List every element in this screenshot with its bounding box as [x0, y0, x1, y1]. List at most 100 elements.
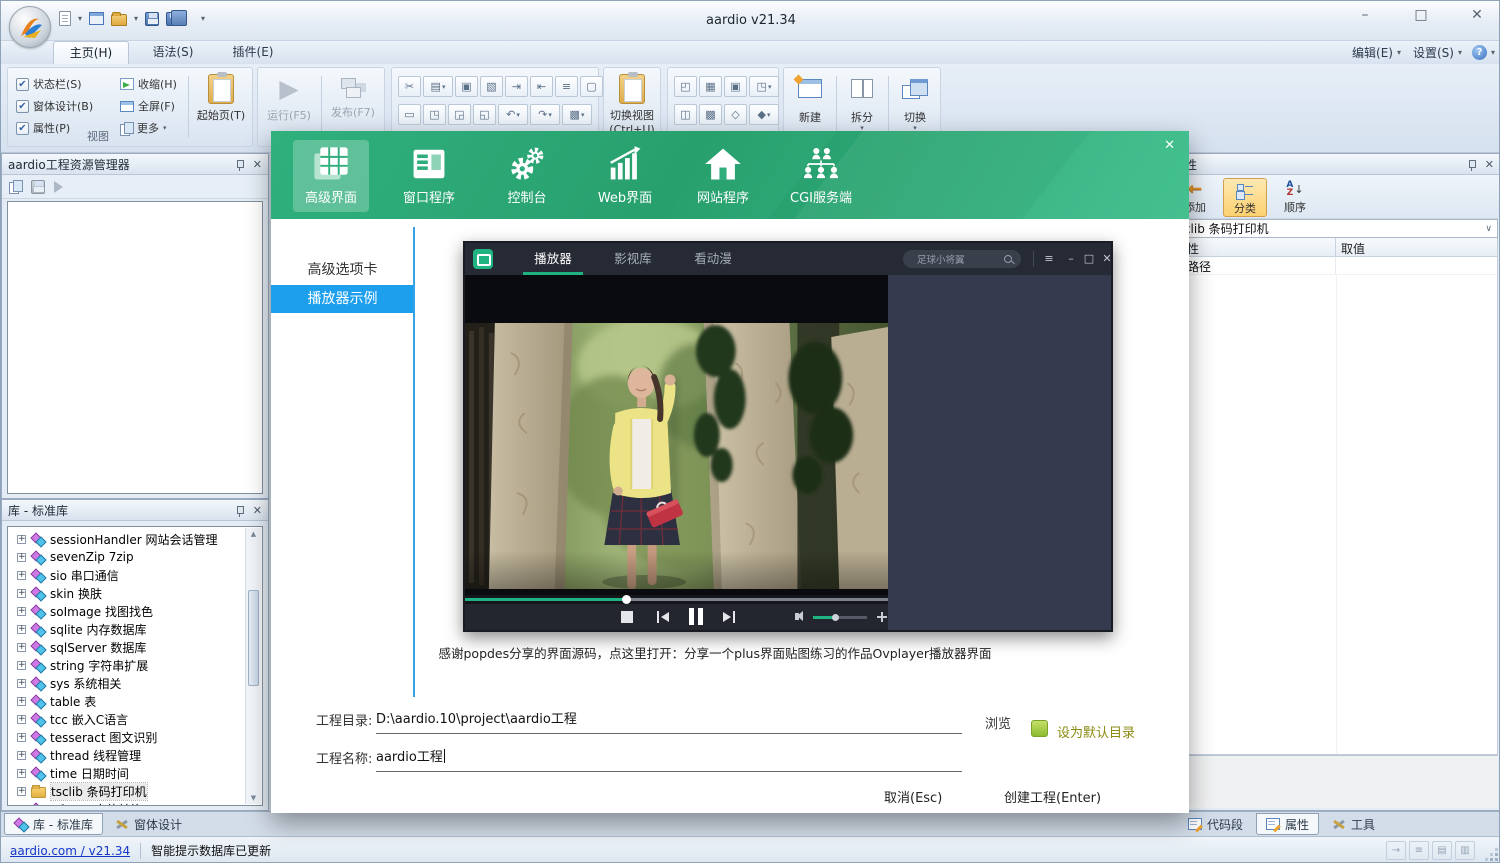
- edit-menu-dropdown-icon[interactable]: ▾: [1397, 48, 1401, 57]
- expand-icon[interactable]: +: [17, 715, 26, 724]
- indent-button[interactable]: ⇥: [505, 76, 528, 97]
- save-project-icon[interactable]: [31, 180, 45, 194]
- tab-properties[interactable]: 属性: [1256, 813, 1319, 835]
- tree-item-sqlserver[interactable]: +sqlServer 数据库: [8, 638, 262, 656]
- formdesign-checkbox-row[interactable]: ✔ 窗体设计(B): [16, 95, 93, 117]
- minimize-button[interactable]: –: [1351, 7, 1379, 23]
- scrollbar-thumb[interactable]: [248, 590, 259, 686]
- player-tab-anime[interactable]: 看动漫: [673, 243, 753, 275]
- category-advanced-ui[interactable]: 高级界面: [293, 140, 369, 212]
- app-logo-icon[interactable]: [9, 6, 51, 48]
- template-player-example[interactable]: 播放器示例: [271, 285, 414, 313]
- player-search-box[interactable]: 足球小将翼: [903, 250, 1021, 268]
- expand-icon[interactable]: +: [17, 535, 26, 544]
- run-project-icon[interactable]: [54, 181, 63, 193]
- tree-item-tsclib[interactable]: +tsclib 条码打印机: [8, 782, 262, 800]
- player-close-icon[interactable]: ✕: [1099, 243, 1115, 275]
- volume-icon[interactable]: [795, 613, 799, 620]
- scroll-up-icon[interactable]: ▲: [246, 530, 261, 538]
- player-search-text[interactable]: 足球小将翼: [903, 252, 1004, 266]
- project-explorer-body[interactable]: [7, 201, 263, 494]
- expand-icon[interactable]: +: [17, 553, 26, 562]
- property-row[interactable]: 库路径: [1170, 257, 1497, 275]
- progress-thumb[interactable]: [622, 595, 631, 604]
- help-icon[interactable]: ?: [1472, 45, 1487, 60]
- tab-home[interactable]: 主页(H): [53, 41, 129, 64]
- tab-tools[interactable]: 工具: [1323, 813, 1384, 835]
- format-button[interactable]: ▢: [580, 76, 603, 97]
- category-console[interactable]: 控制台: [489, 140, 565, 212]
- scroll-down-icon[interactable]: ▼: [246, 794, 261, 802]
- tree-item-tcc[interactable]: +tcc 嵌入C语言: [8, 710, 262, 728]
- category-window-app[interactable]: 窗口程序: [391, 140, 467, 212]
- category-cgi-server[interactable]: CGI服务端: [783, 140, 859, 212]
- goto-next-button[interactable]: ◳: [423, 104, 446, 125]
- video-area[interactable]: [465, 275, 888, 595]
- tree-item-ttf2eot[interactable]: +ttf2eot 字体转换: [8, 800, 262, 806]
- list-icon[interactable]: ≡: [1409, 841, 1429, 860]
- volume-slider[interactable]: [813, 616, 867, 619]
- help-dropdown-icon[interactable]: ▾: [1491, 48, 1495, 57]
- tree-item-skin[interactable]: +skin 换肤: [8, 584, 262, 602]
- settings-menu[interactable]: 设置(S): [1413, 44, 1454, 61]
- undo-button[interactable]: ↶▾: [498, 104, 528, 125]
- expand-icon[interactable]: +: [17, 769, 26, 778]
- close-button[interactable]: ✕: [1463, 7, 1491, 23]
- cut-button[interactable]: ✂: [398, 76, 421, 97]
- new-project-icon[interactable]: [9, 180, 22, 193]
- expand-icon[interactable]: +: [17, 697, 26, 706]
- settings-menu-dropdown-icon[interactable]: ▾: [1458, 48, 1462, 57]
- previous-icon[interactable]: [657, 611, 669, 623]
- stop-icon[interactable]: [621, 611, 633, 623]
- project-name-field[interactable]: aardio工程: [376, 746, 445, 765]
- start-page-button[interactable]: 起始页(T): [192, 70, 250, 142]
- default-dir-checkbox[interactable]: [1031, 720, 1048, 737]
- sort-order-button[interactable]: AZ ↓ 顺序: [1273, 178, 1317, 217]
- expand-icon[interactable]: +: [17, 751, 26, 760]
- bookmark-button[interactable]: ◱: [473, 104, 496, 125]
- expand-icon[interactable]: +: [17, 625, 26, 634]
- tab-code-snippets[interactable]: 代码段: [1179, 813, 1252, 835]
- expand-icon[interactable]: +: [17, 733, 26, 742]
- progress-bar[interactable]: [465, 595, 888, 604]
- paste-button[interactable]: ▣: [455, 76, 478, 97]
- expand-icon[interactable]: +: [17, 571, 26, 580]
- tab-library[interactable]: 库 - 标准库: [4, 813, 103, 835]
- docs-icon[interactable]: ▤: [1432, 841, 1452, 860]
- category-website-app[interactable]: 网站程序: [685, 140, 761, 212]
- comment-button[interactable]: ▭: [398, 104, 421, 125]
- tree-item-sqlite[interactable]: +sqlite 内存数据库: [8, 620, 262, 638]
- expand-icon[interactable]: +: [17, 787, 26, 796]
- search-icon[interactable]: [1004, 255, 1012, 263]
- combo-chevron-icon[interactable]: ∨: [1480, 224, 1497, 234]
- tree-item-time[interactable]: +time 日期时间: [8, 764, 262, 782]
- tree-item-sevenzip[interactable]: +sevenZip 7zip: [8, 548, 262, 566]
- edit-menu[interactable]: 编辑(E): [1352, 44, 1393, 61]
- tree-item-sys[interactable]: +sys 系统相关: [8, 674, 262, 692]
- snap-button[interactable]: ◫: [674, 104, 697, 125]
- tab-plugins[interactable]: 插件(E): [217, 41, 289, 64]
- volume-thumb[interactable]: [832, 614, 839, 621]
- player-maximize-icon[interactable]: □: [1081, 243, 1097, 275]
- category-web-ui[interactable]: Web界面: [587, 140, 663, 212]
- formdesign-checkbox[interactable]: ✔: [16, 100, 29, 113]
- collapse-button[interactable]: 收缩(H): [120, 73, 177, 95]
- tab-form-designer[interactable]: 窗体设计: [106, 813, 191, 835]
- next-icon[interactable]: [723, 611, 735, 623]
- credit-note[interactable]: 感谢popdes分享的界面源码，点这里打开：分享一个plus界面贴图练习的作品O…: [271, 643, 1159, 662]
- pin-icon[interactable]: [1467, 159, 1476, 170]
- tree-item-sessionhandler[interactable]: +sessionHandler 网站会话管理: [8, 530, 262, 548]
- expand-icon[interactable]: +: [17, 607, 26, 616]
- tab-syntax[interactable]: 语法(S): [137, 41, 209, 64]
- expand-icon[interactable]: +: [17, 805, 26, 807]
- player-minimize-icon[interactable]: –: [1063, 243, 1079, 275]
- pin-icon[interactable]: [235, 159, 244, 170]
- expand-icon[interactable]: +: [17, 643, 26, 652]
- statusbar-checkbox[interactable]: ✔: [16, 78, 29, 91]
- goto-prev-button[interactable]: ◲: [448, 104, 471, 125]
- find-button[interactable]: ▩▾: [562, 104, 592, 125]
- project-dir-field[interactable]: D:\aardio.10\project\aardio工程: [376, 708, 577, 727]
- tree-item-tesseract[interactable]: +tesseract 图文识别: [8, 728, 262, 746]
- maximize-button[interactable]: □: [1407, 7, 1435, 23]
- panel-close-icon[interactable]: ✕: [253, 504, 262, 517]
